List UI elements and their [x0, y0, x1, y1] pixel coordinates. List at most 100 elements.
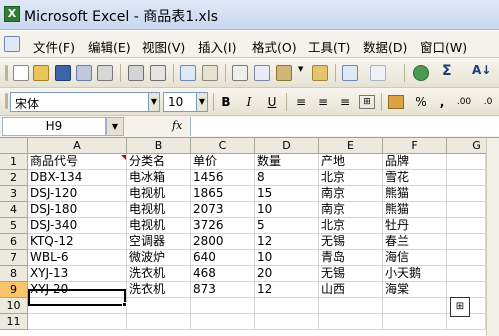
paste-dropdown-icon[interactable]: ▼ — [298, 65, 306, 81]
row-header-5[interactable]: 5 — [0, 218, 28, 234]
column-header-f[interactable]: F — [383, 138, 447, 154]
comma-style-button[interactable]: , — [433, 93, 451, 111]
cell-c10[interactable] — [191, 298, 255, 314]
cell-e5[interactable]: 北京 — [319, 218, 383, 234]
row-header-11[interactable]: 11 — [0, 314, 28, 330]
cell-g8[interactable] — [447, 266, 486, 282]
open-icon[interactable] — [33, 65, 49, 81]
cell-c6[interactable]: 2800 — [191, 234, 255, 250]
autosum-icon[interactable]: Σ — [442, 63, 452, 79]
font-size-select[interactable]: 10 — [163, 92, 197, 112]
cell-b9[interactable]: 洗衣机 — [127, 282, 191, 298]
align-left-icon[interactable]: ≡ — [292, 93, 310, 111]
cell-c2[interactable]: 1456 — [191, 170, 255, 186]
underline-button[interactable]: U — [263, 93, 281, 111]
cell-e6[interactable]: 无锡 — [319, 234, 383, 250]
select-all-corner[interactable] — [0, 138, 28, 154]
new-icon[interactable] — [13, 65, 29, 81]
cell-a5[interactable]: DSJ-340 — [28, 218, 127, 234]
cell-e9[interactable]: 山西 — [319, 282, 383, 298]
cut-icon[interactable] — [232, 65, 248, 81]
undo-icon[interactable] — [342, 65, 358, 81]
cell-f8[interactable]: 小天鹅 — [383, 266, 447, 282]
cell-d9[interactable]: 12 — [255, 282, 319, 298]
font-name-select[interactable]: 宋体 — [10, 92, 150, 112]
column-header-a[interactable]: A — [28, 138, 127, 154]
menu-format[interactable]: 格式(O) — [252, 37, 297, 56]
cell-a1[interactable]: 商品代号 — [28, 154, 127, 170]
cell-c11[interactable] — [191, 314, 255, 330]
spelling-icon[interactable] — [180, 65, 196, 81]
cell-d8[interactable]: 20 — [255, 266, 319, 282]
cell-d1[interactable]: 数量 — [255, 154, 319, 170]
cell-e10[interactable] — [319, 298, 383, 314]
cell-a8[interactable]: XYJ-13 — [28, 266, 127, 282]
cell-g5[interactable] — [447, 218, 486, 234]
cell-f10[interactable] — [383, 298, 447, 314]
column-header-e[interactable]: E — [319, 138, 383, 154]
row-header-10[interactable]: 10 — [0, 298, 28, 314]
cell-g6[interactable] — [447, 234, 486, 250]
formula-input[interactable] — [190, 117, 499, 136]
cell-c7[interactable]: 640 — [191, 250, 255, 266]
cell-c1[interactable]: 单价 — [191, 154, 255, 170]
cell-f9[interactable]: 海棠 — [383, 282, 447, 298]
cell-b1[interactable]: 分类名 — [127, 154, 191, 170]
cell-d2[interactable]: 8 — [255, 170, 319, 186]
cell-a3[interactable]: DSJ-120 — [28, 186, 127, 202]
row-header-4[interactable]: 4 — [0, 202, 28, 218]
menu-view[interactable]: 视图(V) — [142, 37, 185, 56]
cell-d4[interactable]: 10 — [255, 202, 319, 218]
row-header-3[interactable]: 3 — [0, 186, 28, 202]
name-box[interactable]: H9 — [2, 117, 106, 136]
cell-g2[interactable] — [447, 170, 486, 186]
row-header-8[interactable]: 8 — [0, 266, 28, 282]
hyperlink-icon[interactable] — [413, 65, 429, 81]
cell-a4[interactable]: DSJ-180 — [28, 202, 127, 218]
cell-a2[interactable]: DBX-134 — [28, 170, 127, 186]
font-name-dropdown-icon[interactable]: ▼ — [148, 92, 160, 112]
cell-d11[interactable] — [255, 314, 319, 330]
column-header-d[interactable]: D — [255, 138, 319, 154]
save-icon[interactable] — [55, 65, 71, 81]
email-icon[interactable] — [97, 65, 113, 81]
cell-e11[interactable] — [319, 314, 383, 330]
cell-e1[interactable]: 产地 — [319, 154, 383, 170]
redo-icon[interactable] — [370, 65, 386, 81]
fill-handle[interactable] — [122, 302, 127, 307]
menu-insert[interactable]: 插入(I) — [198, 37, 236, 56]
increase-decimal-button[interactable]: .00 — [451, 93, 477, 111]
cell-b11[interactable] — [127, 314, 191, 330]
worksheet-grid[interactable]: A B C D E F G 1 2 3 4 5 6 7 8 9 10 11 商品… — [0, 138, 499, 336]
cell-f5[interactable]: 牡丹 — [383, 218, 447, 234]
cell-b8[interactable]: 洗衣机 — [127, 266, 191, 282]
cell-b5[interactable]: 电视机 — [127, 218, 191, 234]
cell-f6[interactable]: 春兰 — [383, 234, 447, 250]
auto-fill-options-icon[interactable]: ⊞ — [450, 297, 470, 317]
cell-a7[interactable]: WBL-6 — [28, 250, 127, 266]
insert-function-button[interactable]: fx — [172, 119, 182, 132]
cell-b6[interactable]: 空调器 — [127, 234, 191, 250]
column-header-c[interactable]: C — [191, 138, 255, 154]
cell-c9[interactable]: 873 — [191, 282, 255, 298]
research-icon[interactable] — [202, 65, 218, 81]
cell-g7[interactable] — [447, 250, 486, 266]
name-box-dropdown-icon[interactable]: ▼ — [106, 117, 124, 136]
cell-b2[interactable]: 电冰箱 — [127, 170, 191, 186]
cell-b3[interactable]: 电视机 — [127, 186, 191, 202]
cell-f7[interactable]: 海信 — [383, 250, 447, 266]
cell-g9[interactable] — [447, 282, 486, 298]
cell-d6[interactable]: 12 — [255, 234, 319, 250]
print-preview-icon[interactable] — [150, 65, 166, 81]
merge-center-icon[interactable]: ⊞ — [359, 95, 375, 109]
cell-f11[interactable] — [383, 314, 447, 330]
cell-b10[interactable] — [127, 298, 191, 314]
cell-c5[interactable]: 3726 — [191, 218, 255, 234]
cell-f1[interactable]: 品牌 — [383, 154, 447, 170]
cell-a6[interactable]: KTQ-12 — [28, 234, 127, 250]
cell-e4[interactable]: 南京 — [319, 202, 383, 218]
font-size-dropdown-icon[interactable]: ▼ — [196, 92, 208, 112]
vertical-scrollbar[interactable] — [486, 138, 499, 336]
print-icon[interactable] — [128, 65, 144, 81]
active-cell-selection[interactable] — [28, 289, 126, 306]
